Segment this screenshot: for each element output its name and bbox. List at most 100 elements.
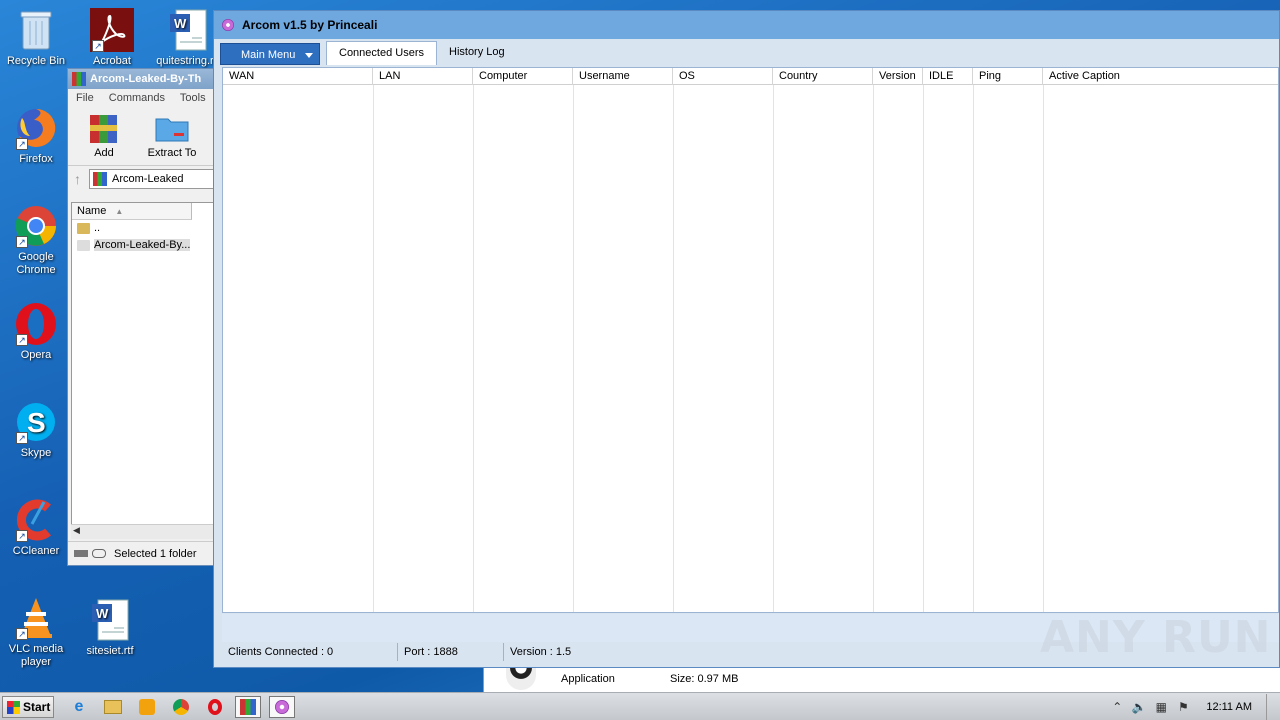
column-divider xyxy=(1043,85,1044,612)
file-list[interactable]: Name ▲ .. Arcom-Leaked-By... xyxy=(71,202,226,539)
desktop-icon-acrobat[interactable]: ↗ Acrobat xyxy=(76,8,148,68)
desktop-icon-label: sitesiet.rtf xyxy=(86,645,134,657)
column-header-active-caption[interactable]: Active Caption xyxy=(1043,68,1273,85)
column-header-version[interactable]: Version xyxy=(873,68,923,85)
network-icon[interactable]: ▦ xyxy=(1152,700,1170,714)
skype-icon: S ↗ xyxy=(14,400,58,444)
menu-file[interactable]: File xyxy=(76,92,94,104)
winrar-titlebar[interactable]: Arcom-Leaked-By-Th xyxy=(68,69,226,89)
column-header-username[interactable]: Username xyxy=(573,68,673,85)
media-player-icon xyxy=(139,699,155,715)
menu-commands[interactable]: Commands xyxy=(109,92,165,104)
column-divider xyxy=(673,85,674,612)
address-field[interactable]: Arcom-Leaked xyxy=(89,168,226,189)
desktop-icon-chrome[interactable]: ↗ Google Chrome xyxy=(0,204,72,277)
acrobat-icon: ↗ xyxy=(90,8,134,52)
drive-icon xyxy=(74,550,88,557)
key-icon xyxy=(92,549,106,558)
column-header-wan[interactable]: WAN xyxy=(223,68,373,85)
column-header-os[interactable]: OS xyxy=(673,68,773,85)
column-header-lan[interactable]: LAN xyxy=(373,68,473,85)
desktop-icon-label: VLC media player xyxy=(8,643,64,668)
volume-icon[interactable]: 🔈 xyxy=(1130,700,1148,714)
system-tray: ⌃ 🔈 ▦ ⚑ 12:11 AM xyxy=(1104,693,1280,720)
desktop-icon-recycle-bin[interactable]: Recycle Bin xyxy=(0,8,72,68)
taskbar-chrome[interactable] xyxy=(168,696,194,718)
winrar-window[interactable]: Arcom-Leaked-By-Th File Commands Tools F… xyxy=(67,68,227,566)
arcom-titlebar[interactable]: Arcom v1.5 by Princeali xyxy=(214,11,1279,39)
action-center-flag-icon[interactable]: ⚑ xyxy=(1174,700,1192,714)
column-header-computer[interactable]: Computer xyxy=(473,68,573,85)
recycle-bin-icon xyxy=(14,8,58,52)
firefox-icon: ↗ xyxy=(14,106,58,150)
column-header-idle[interactable]: IDLE xyxy=(923,68,973,85)
column-header-country[interactable]: Country xyxy=(773,68,873,85)
column-header-name[interactable]: Name ▲ xyxy=(72,203,192,220)
desktop-icon-label: Google Chrome xyxy=(16,251,56,276)
column-divider xyxy=(473,85,474,612)
start-button[interactable]: Start xyxy=(2,696,54,718)
shortcut-arrow-icon: ↗ xyxy=(16,530,28,542)
desktop-icon-firefox[interactable]: ↗ Firefox xyxy=(0,106,72,166)
shortcut-arrow-icon: ↗ xyxy=(92,40,104,52)
desktop-icon-ccleaner[interactable]: ↗ CCleaner xyxy=(0,498,72,558)
svg-text:W: W xyxy=(174,16,187,31)
shortcut-arrow-icon: ↗ xyxy=(16,236,28,248)
chevron-up-icon[interactable]: ⌃ xyxy=(1108,700,1126,714)
chrome-icon xyxy=(173,699,189,715)
desktop: Recycle Bin ↗ Acrobat W quitestring.rtf … xyxy=(0,0,1280,692)
clock[interactable]: 12:11 AM xyxy=(1206,701,1252,713)
taskbar-ie[interactable]: e xyxy=(66,696,92,718)
winrar-icon xyxy=(240,699,256,715)
shortcut-arrow-icon: ↗ xyxy=(16,334,28,346)
word-doc-icon: W xyxy=(88,598,132,642)
sort-up-icon: ▲ xyxy=(115,207,124,216)
menu-tools[interactable]: Tools xyxy=(180,92,206,104)
explorer-icon xyxy=(104,700,122,714)
svg-text:S: S xyxy=(27,407,46,438)
extract-to-button[interactable]: Extract To xyxy=(142,111,202,165)
arcom-icon xyxy=(275,700,289,714)
show-desktop-button[interactable] xyxy=(1266,694,1280,720)
add-label: Add xyxy=(94,147,114,159)
column-divider xyxy=(773,85,774,612)
scroll-left-icon[interactable]: ◀ xyxy=(73,525,80,536)
winrar-menubar: File Commands Tools F xyxy=(68,89,226,107)
svg-text:W: W xyxy=(96,606,109,621)
up-arrow-icon[interactable]: ↑ xyxy=(74,171,81,187)
arcom-window[interactable]: Arcom v1.5 by Princeali Main Menu Connec… xyxy=(213,10,1280,668)
word-doc-icon: W xyxy=(166,8,210,52)
desktop-icon-opera[interactable]: ↗ Opera xyxy=(0,302,72,362)
add-button[interactable]: Add xyxy=(74,111,134,165)
taskbar-explorer[interactable] xyxy=(100,696,126,718)
tab-connected-users[interactable]: Connected Users xyxy=(326,41,437,65)
column-divider xyxy=(973,85,974,612)
tab-history-log[interactable]: History Log xyxy=(437,41,517,65)
taskbar-opera[interactable] xyxy=(202,696,228,718)
taskbar-media-player[interactable] xyxy=(134,696,160,718)
version-status: Version : 1.5 xyxy=(510,646,572,658)
main-menu-button[interactable]: Main Menu xyxy=(220,43,320,65)
soccer-ball-icon xyxy=(506,668,536,690)
winrar-statusbar: Selected 1 folder xyxy=(68,541,226,565)
desktop-icon-label: Skype xyxy=(20,447,52,459)
shortcut-arrow-icon: ↗ xyxy=(16,628,28,640)
column-header-ping[interactable]: Ping xyxy=(973,68,1043,85)
desktop-icon-skype[interactable]: S ↗ Skype xyxy=(0,400,72,460)
ie-icon: e xyxy=(74,698,84,715)
winrar-title: Arcom-Leaked-By-Th xyxy=(90,73,202,85)
taskbar-winrar[interactable] xyxy=(235,696,261,718)
status-text: Selected 1 folder xyxy=(114,548,197,560)
table-header: WAN LAN Computer Username OS Country Ver… xyxy=(223,68,1278,85)
file-size-label: Size: 0.97 MB xyxy=(670,673,739,685)
arcom-tabs: Main Menu Connected Users History Log xyxy=(220,41,517,65)
desktop-icon-vlc[interactable]: ↗ VLC media player xyxy=(0,596,72,669)
horizontal-scrollbar[interactable]: ◀ xyxy=(71,524,226,539)
connected-users-table[interactable]: WAN LAN Computer Username OS Country Ver… xyxy=(222,67,1279,613)
clients-connected-status: Clients Connected : 0 xyxy=(222,643,398,661)
list-item[interactable]: .. xyxy=(72,220,225,237)
extract-folder-icon xyxy=(154,111,190,145)
taskbar-arcom[interactable] xyxy=(269,696,295,718)
desktop-icon-sitesiet[interactable]: W sitesiet.rtf xyxy=(74,598,146,658)
list-item[interactable]: Arcom-Leaked-By... xyxy=(72,237,225,254)
